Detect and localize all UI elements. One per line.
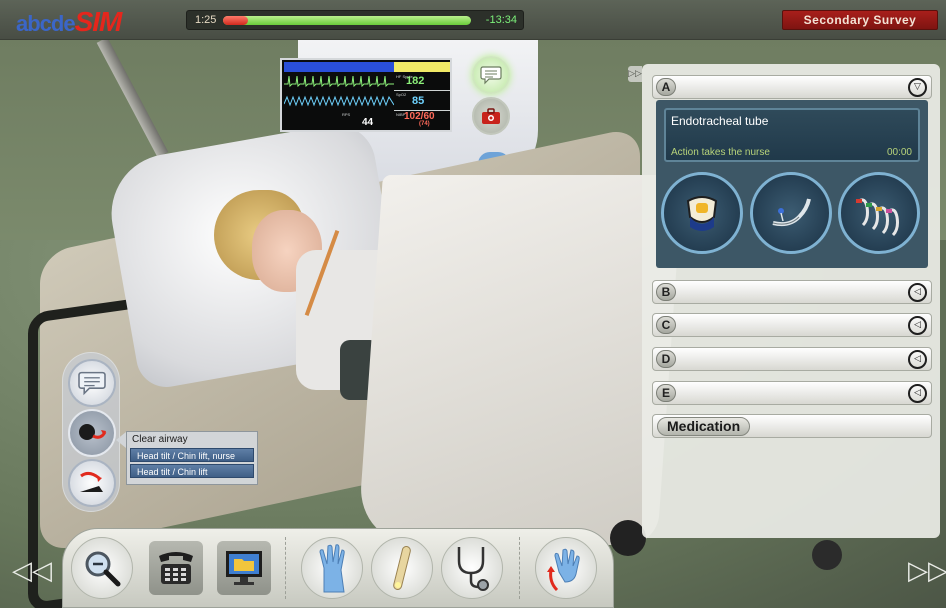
timeline-track [223, 16, 471, 25]
map-value: (74) [419, 121, 430, 127]
ecg-waveform [284, 75, 394, 88]
monitor-header-bar [284, 62, 394, 72]
stethoscope-icon [457, 547, 489, 591]
stethoscope-tool[interactable] [441, 537, 503, 599]
medication-label: Medication [657, 417, 751, 436]
logo-text-part1: abcde [16, 11, 76, 36]
section-c-header[interactable]: C ◁ [652, 313, 932, 337]
talk-to-nurse-button[interactable] [472, 56, 510, 94]
turn-patient-icon [80, 471, 103, 492]
action-column [62, 352, 120, 512]
section-a-letter: A [656, 78, 676, 96]
elapsed-time: 1:25 [195, 14, 217, 26]
section-d-header[interactable]: D ◁ [652, 347, 932, 371]
clear-airway-popup: Clear airway Head tilt / Chin lift, nurs… [126, 431, 258, 485]
app-logo: abcdeSIM [16, 6, 123, 38]
heart-rate-value: 182 [406, 75, 425, 87]
medication-header[interactable]: Medication [652, 414, 932, 438]
current-action-status: Action takes the nurse [671, 147, 770, 158]
endotracheal-tube-button[interactable] [750, 172, 832, 254]
glove-icon [319, 544, 345, 593]
top-bar: abcdeSIM 1:25 -13:34 Secondary Survey [0, 0, 946, 40]
remaining-time: -13:34 [485, 14, 517, 26]
rotate-hand-icon [547, 548, 580, 592]
guedel-airway-button[interactable] [838, 172, 920, 254]
panel-collapse-toggle[interactable]: ▷▷ [628, 66, 642, 82]
turn-patient-tool[interactable] [535, 537, 597, 599]
section-b-header[interactable]: B ◁ [652, 280, 932, 304]
bed-sheet [357, 175, 683, 545]
spo2-waveform [284, 95, 394, 107]
current-action-title: Endotracheal tube [671, 114, 769, 128]
cervical-collar-icon [686, 196, 718, 231]
rr-label: RPS [342, 112, 351, 117]
speech-bubble-icon [480, 66, 502, 85]
magnifier-icon [85, 551, 121, 587]
section-e-letter: E [656, 384, 676, 402]
guedel-airway-icon [856, 198, 899, 237]
head-tilt-icon [79, 424, 107, 440]
cervical-collar-button[interactable] [661, 172, 743, 254]
collapsed-caret-icon: ◁ [908, 384, 927, 403]
tool-bar [62, 528, 614, 608]
vital-signs-monitor[interactable]: HF Spule SpO2 RPS NIBP 182 85 44 102/60 … [280, 58, 452, 132]
previous-button[interactable]: ◁◁ [12, 556, 52, 586]
monitor-divider [394, 90, 450, 91]
section-a-header[interactable]: A ▽ [652, 75, 932, 99]
head-tilt-nurse-option[interactable]: Head tilt / Chin lift, nurse [130, 448, 254, 462]
patient-records-tool[interactable] [217, 541, 271, 595]
talk-button[interactable] [68, 359, 116, 407]
popup-pointer [116, 432, 126, 448]
collapsed-caret-icon: ◁ [908, 350, 927, 369]
logo-text-part2: SIM [74, 6, 123, 37]
endotracheal-tube-icon [772, 198, 811, 227]
timeline-progress [223, 16, 248, 25]
secondary-survey-button[interactable]: Secondary Survey [782, 10, 938, 30]
current-action-time: 00:00 [886, 147, 912, 158]
spo2-value: 85 [412, 95, 425, 107]
collapsed-caret-icon: ◁ [908, 316, 927, 335]
clear-airway-button[interactable] [68, 409, 116, 457]
resp-rate-value: 44 [362, 117, 374, 128]
zoom-tool[interactable] [71, 537, 133, 599]
monitor-alarm-bar [394, 62, 450, 72]
penlight-icon [393, 546, 411, 590]
section-e-header[interactable]: E ◁ [652, 381, 932, 405]
spo2-label: SpO2 [396, 92, 407, 97]
section-b-letter: B [656, 283, 676, 301]
bed-wheel [812, 540, 842, 570]
next-button[interactable]: ▷▷ [908, 556, 946, 586]
bed-wheel [610, 520, 646, 556]
section-c-letter: C [656, 316, 676, 334]
computer-folder-icon [226, 551, 262, 585]
emergency-kit-button[interactable] [472, 97, 510, 135]
current-action-box: Endotracheal tube Action takes the nurse… [664, 108, 920, 162]
telephone-icon [159, 552, 193, 584]
phone-tool[interactable] [149, 541, 203, 595]
medical-bag-icon [482, 108, 500, 124]
penlight-tool[interactable] [371, 537, 433, 599]
expanded-caret-icon: ▽ [908, 78, 927, 97]
head-tilt-option[interactable]: Head tilt / Chin lift [130, 464, 254, 478]
popup-title: Clear airway [132, 434, 188, 445]
scenario-timeline: 1:25 -13:34 [186, 10, 524, 30]
reposition-button[interactable] [68, 459, 116, 507]
toolbar-divider [285, 537, 286, 599]
collapsed-caret-icon: ◁ [908, 283, 927, 302]
speech-bubble-icon [78, 371, 106, 396]
toolbar-divider [519, 537, 520, 599]
examine-tool[interactable] [301, 537, 363, 599]
section-d-letter: D [656, 350, 676, 368]
